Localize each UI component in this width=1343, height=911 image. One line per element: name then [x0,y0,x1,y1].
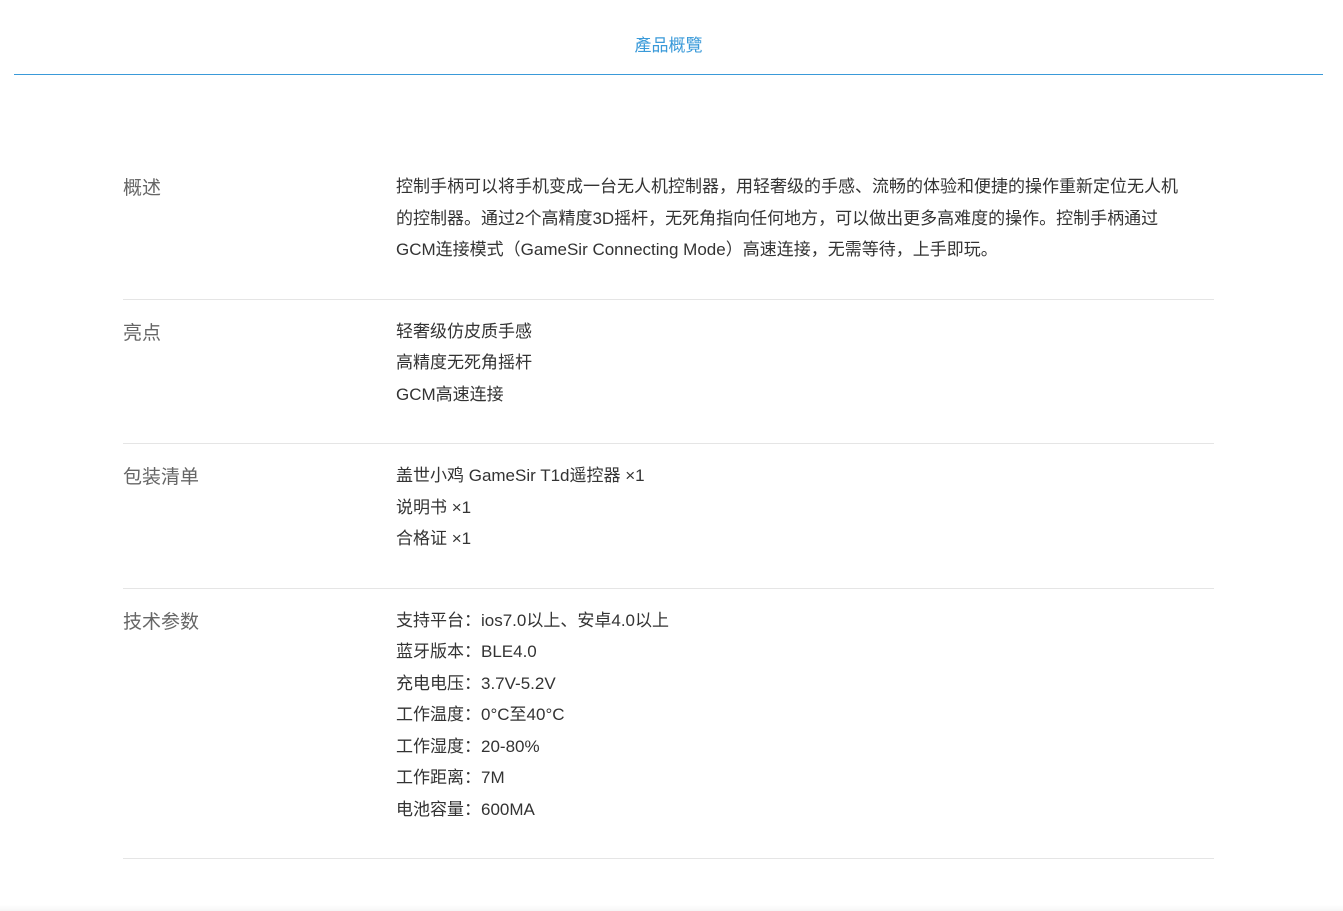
spec-table: 概述 控制手柄可以将手机变成一台无人机控制器，用轻奢级的手感、流畅的体验和便捷的… [123,155,1214,859]
spec-item: 支持平台：ios7.0以上、安卓4.0以上 [396,610,669,630]
overview-text-line: GCM连接模式（GameSir Connecting Mode）高速连接，无需等… [396,240,998,259]
spec-item: 蓝牙版本：BLE4.0 [396,642,537,661]
package-item: 说明书 ×1 [396,497,472,517]
package-label: 包装清单 [123,467,200,488]
specs-label: 技术参数 [123,611,200,633]
tab-product-overview[interactable]: 產品概覽 [14,34,1323,58]
spec-item: 工作温度：0°C至40°C [396,705,565,724]
package-content: 盖世小鸡 GameSir T1d遥控器 ×1 说明书 ×1 合格证 ×1 [396,460,1208,555]
bottom-shadow [0,905,1343,911]
overview-content: 控制手柄可以将手机变成一台无人机控制器，用轻奢级的手感、流畅的体验和便捷的操作重… [396,171,1208,266]
spec-item: 电池容量：600MA [396,799,535,819]
package-item: 合格证 ×1 [396,529,472,548]
tab-bar: 產品概覽 [14,0,1323,75]
highlight-item: 轻奢级仿皮质手感 [396,321,532,341]
spec-item: 工作湿度：20-80% [396,736,540,756]
spec-item: 充电电压：3.7V-5.2V [396,673,556,693]
highlights-content: 轻奢级仿皮质手感 高精度无死角摇杆 GCM高速连接 [396,316,1208,411]
overview-text-line: 的控制器。通过2个高精度3D摇杆，无死角指向任何地方，可以做出更多高难度的操作。… [396,208,1159,228]
overview-text-line: 控制手柄可以将手机变成一台无人机控制器，用轻奢级的手感、流畅的体验和便捷的操作重… [396,177,1178,196]
highlight-item: GCM高速连接 [396,384,504,404]
package-row: 包装清单 盖世小鸡 GameSir T1d遥控器 ×1 说明书 ×1 合格证 ×… [123,444,1214,589]
highlights-row: 亮点 轻奢级仿皮质手感 高精度无死角摇杆 GCM高速连接 [123,300,1214,444]
highlight-item: 高精度无死角摇杆 [396,353,532,372]
specs-content: 支持平台：ios7.0以上、安卓4.0以上 蓝牙版本：BLE4.0 充电电压：3… [396,605,1208,826]
highlights-label: 亮点 [123,322,162,344]
spec-item: 工作距离：7M [396,768,505,787]
overview-row: 概述 控制手柄可以将手机变成一台无人机控制器，用轻奢级的手感、流畅的体验和便捷的… [123,155,1214,300]
package-item: 盖世小鸡 GameSir T1d遥控器 ×1 [396,466,645,485]
specs-row: 技术参数 支持平台：ios7.0以上、安卓4.0以上 蓝牙版本：BLE4.0 充… [123,589,1214,859]
overview-label: 概述 [123,178,162,199]
